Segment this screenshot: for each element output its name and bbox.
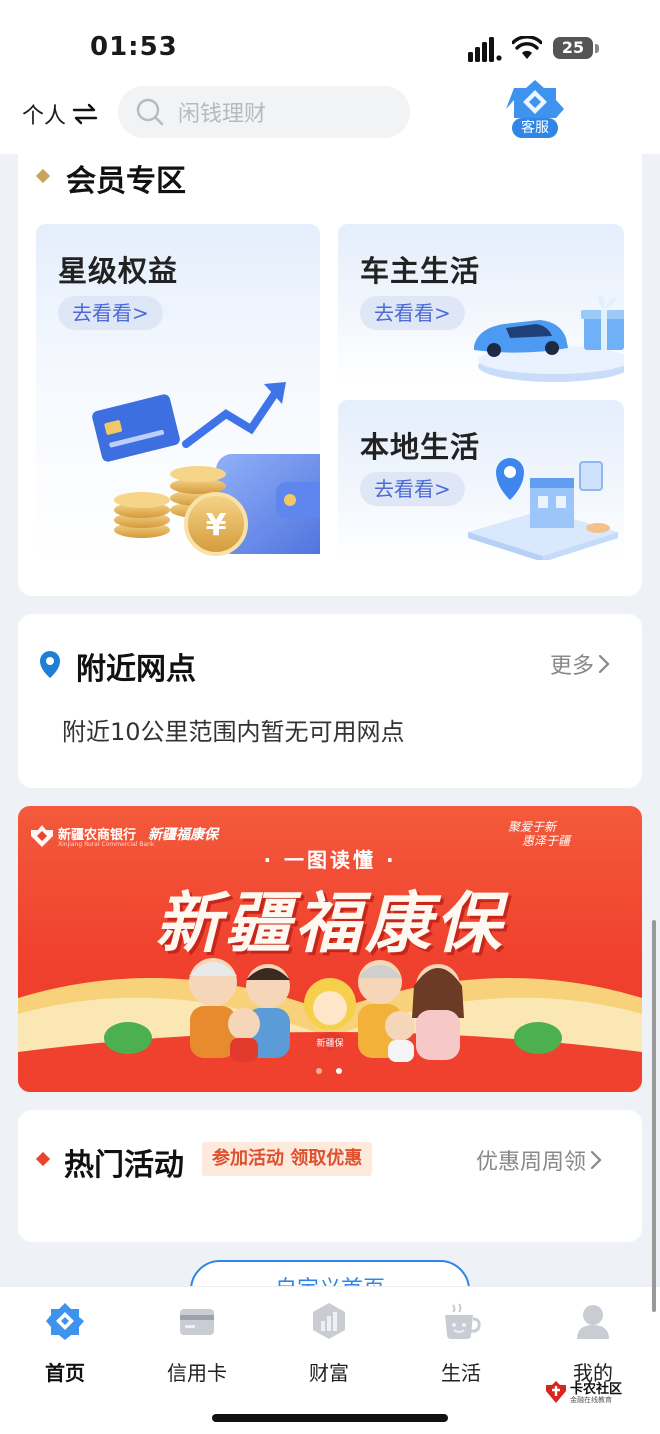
life-icon: [445, 1303, 481, 1339]
nearby-branches-card: 附近网点 更多 附近10公里范围内暂无可用网点: [18, 614, 642, 788]
member-zone-card: 会员专区 星级权益 去看看> ¥ 车主生活 去看看> 本地生活 去看看>: [18, 150, 642, 596]
search-placeholder: 闲钱理财: [178, 102, 267, 127]
activity-tag: 参加活动 领取优惠: [202, 1142, 373, 1176]
home-indicator[interactable]: [212, 1414, 448, 1422]
watermark-logo-icon: [546, 1381, 566, 1403]
tab-home[interactable]: 首页: [20, 1301, 110, 1386]
wifi-icon: [512, 36, 542, 59]
profile-icon: [577, 1305, 609, 1339]
section-bullet-red: [35, 1151, 51, 1167]
car-gift-illustration: [474, 296, 624, 382]
top-bar: 个人 闲钱理财 客服: [0, 80, 660, 154]
customer-service-label: 客服: [512, 118, 558, 138]
more-label: 更多: [550, 654, 595, 679]
tile-view-button[interactable]: 去看看>: [360, 472, 465, 506]
personal-label: 个人: [22, 104, 67, 129]
carousel-dot[interactable]: [316, 1068, 322, 1074]
carousel-dot-active[interactable]: [336, 1068, 342, 1074]
wallet-coins-illustration: ¥: [92, 382, 320, 556]
bottom-tab-bar: 首页 信用卡 财富 生活 我的: [0, 1286, 660, 1434]
tile-title: 车主生活: [360, 254, 481, 288]
battery-indicator: 25: [553, 37, 593, 59]
tile-local-life[interactable]: 本地生活 去看看>: [338, 400, 624, 560]
tab-profile[interactable]: 我的: [548, 1301, 638, 1386]
tile-car-owner-life[interactable]: 车主生活 去看看>: [338, 224, 624, 382]
chevron-right-icon: [590, 1150, 602, 1170]
status-bar: 01:53 25: [0, 0, 660, 84]
wealth-icon: [313, 1303, 345, 1339]
hot-activities-card: 热门活动 参加活动 领取优惠 优惠周周领: [18, 1110, 642, 1242]
watermark: 卡农社区 金融在线教育: [544, 1378, 634, 1408]
scrollbar[interactable]: [652, 920, 656, 1312]
tile-title: 星级权益: [58, 254, 179, 288]
member-zone-title: 会员专区: [66, 164, 186, 199]
tab-wealth[interactable]: 财富: [284, 1301, 374, 1386]
switch-arrows-icon: [72, 103, 98, 125]
battery-tip: [595, 44, 599, 53]
personal-switch[interactable]: 个人: [22, 98, 98, 130]
credit-card-icon: [180, 1309, 214, 1335]
promo-banner[interactable]: 新疆农商银行 Xinjiang Rural Commercial Bank 新疆…: [18, 806, 642, 1092]
nearby-empty-message: 附近10公里范围内暂无可用网点: [62, 718, 405, 746]
home-icon: [46, 1303, 84, 1340]
more-label: 优惠周周领: [476, 1150, 587, 1175]
customer-service-button[interactable]: 客服: [504, 78, 566, 144]
tab-label: 首页: [45, 1361, 85, 1385]
map-pin-shop-illustration: [468, 458, 618, 560]
status-time: 01:53: [90, 32, 178, 62]
svg-text:¥: ¥: [206, 508, 227, 543]
tab-label: 财富: [309, 1361, 349, 1385]
search-icon: [136, 98, 164, 126]
tab-life[interactable]: 生活: [416, 1301, 506, 1386]
cellular-signal-icon: [468, 37, 502, 62]
tab-label: 生活: [441, 1361, 481, 1385]
tile-view-button[interactable]: 去看看>: [58, 296, 163, 330]
search-bar[interactable]: 闲钱理财: [118, 86, 410, 138]
tab-label: 信用卡: [167, 1361, 227, 1385]
nearby-title: 附近网点: [76, 652, 196, 687]
mascot-badge: 新疆保: [316, 1037, 343, 1049]
section-bullet-gold: [35, 168, 51, 184]
location-pin-icon: [40, 651, 60, 678]
nearby-more-link[interactable]: 更多: [550, 648, 610, 680]
hot-activities-title: 热门活动: [64, 1148, 184, 1183]
banner-subtitle: · 一图读懂 ·: [263, 848, 397, 872]
family-illustration: 新疆保: [18, 958, 642, 1092]
watermark-sub: 金融在线教育: [570, 1396, 612, 1404]
hot-activities-more-link[interactable]: 优惠周周领: [476, 1144, 602, 1176]
tile-star-benefits[interactable]: 星级权益 去看看> ¥: [36, 224, 320, 564]
chevron-right-icon: [598, 654, 610, 674]
product-logo: 新疆福康保: [148, 827, 218, 843]
tab-credit-card[interactable]: 信用卡: [152, 1301, 242, 1386]
